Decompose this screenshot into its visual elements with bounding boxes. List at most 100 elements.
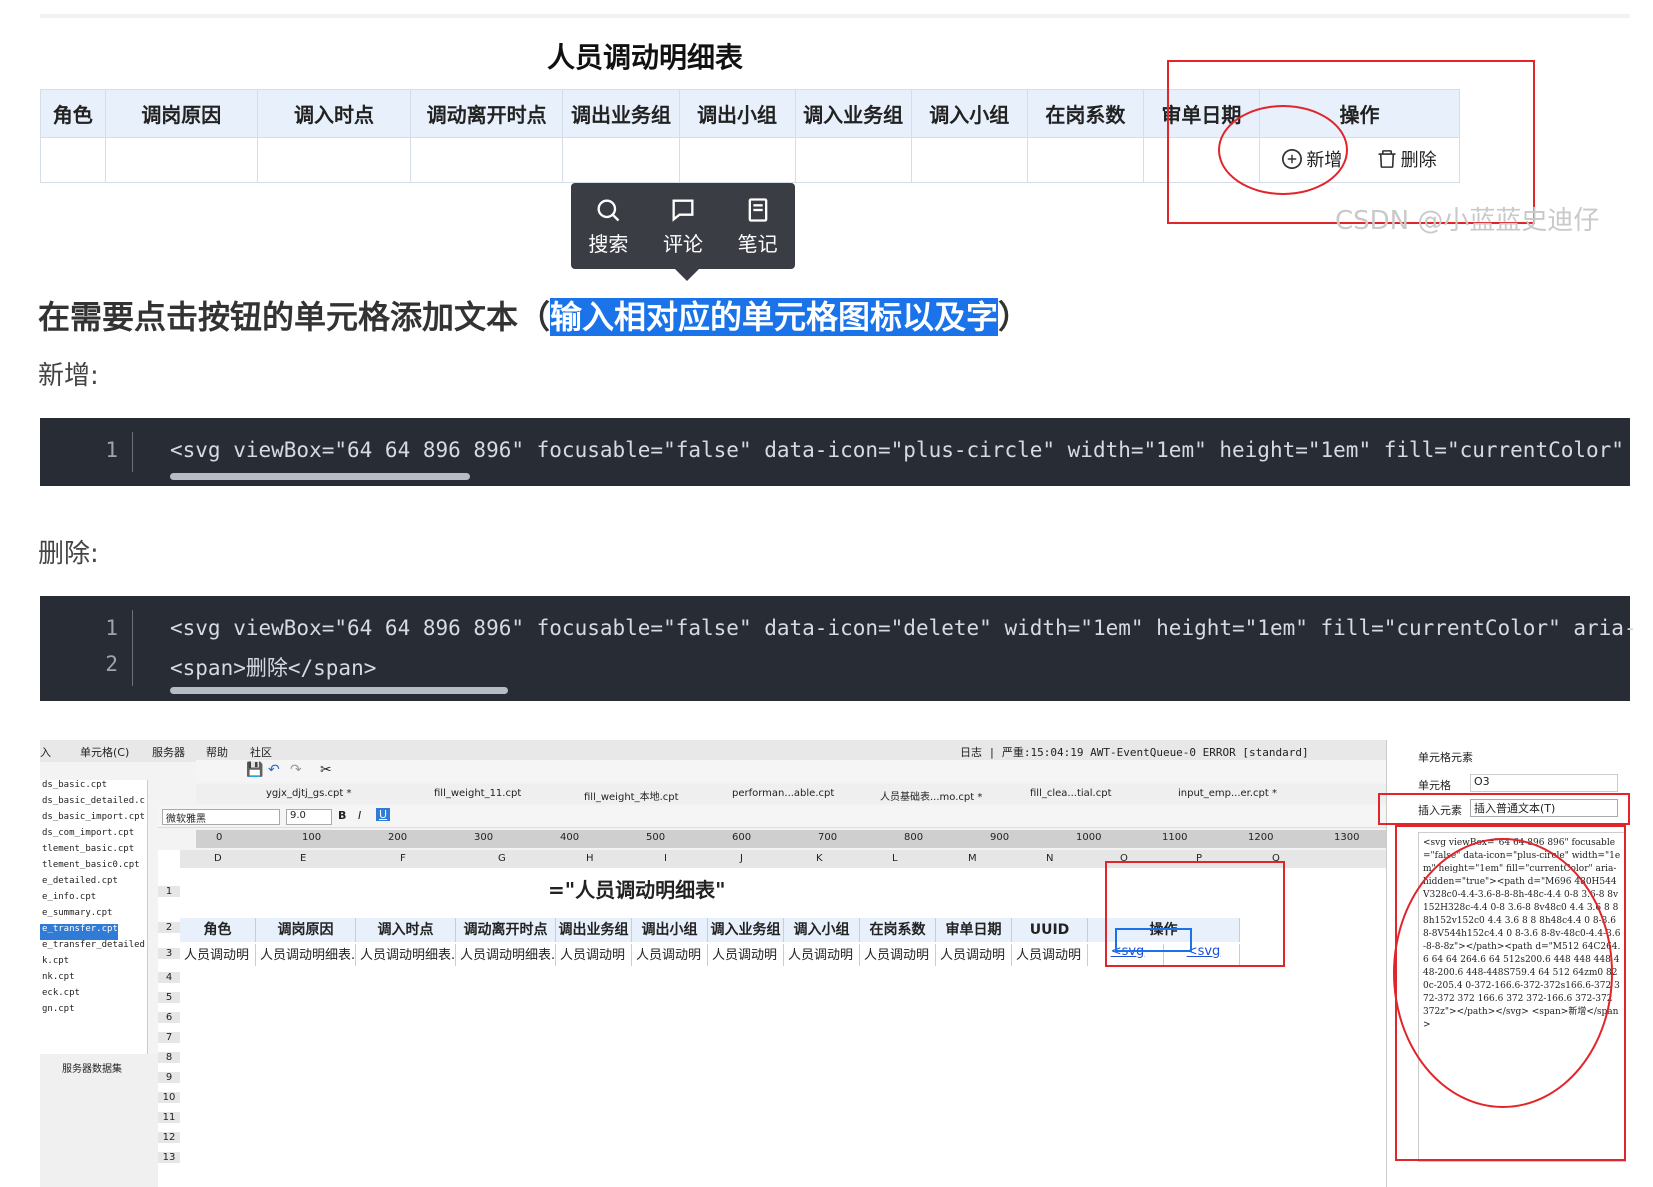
sheet-cell[interactable]: 人员调动明 — [556, 944, 632, 966]
sheet-cell[interactable]: 人员调动明 — [180, 944, 256, 966]
sheet-header[interactable]: 调入时点 — [356, 918, 456, 942]
sheet-cell[interactable]: 人员调动明 — [708, 944, 784, 966]
row-number[interactable]: 2 — [158, 922, 180, 933]
column-header[interactable]: L — [892, 853, 898, 864]
file-item[interactable]: eck.cpt — [40, 988, 147, 1004]
sheet-title-formula[interactable]: ="人员调动明细表" — [548, 874, 726, 903]
menu-item[interactable]: 帮助 — [206, 744, 228, 760]
sheet-cell[interactable]: 人员调动明细表. — [356, 944, 456, 966]
row-number[interactable]: 7 — [158, 1032, 180, 1043]
scrollbar[interactable] — [170, 687, 508, 694]
tooltip-note[interactable]: 笔记 — [738, 196, 778, 257]
sheet-header[interactable]: 在岗系数 — [860, 918, 936, 942]
sheet-cell[interactable]: 人员调动明细表. — [256, 944, 356, 966]
sheet-cell[interactable]: 人员调动明 — [784, 944, 860, 966]
font-select[interactable]: 微软雅黑 — [162, 809, 280, 825]
font-size-select[interactable]: 9.0 — [286, 809, 332, 825]
table-cell[interactable] — [409, 137, 564, 183]
cut-icon[interactable]: ✂ — [320, 762, 332, 778]
column-header[interactable]: M — [968, 853, 977, 864]
file-item[interactable]: e_info.cpt — [40, 892, 147, 908]
table-cell[interactable] — [1026, 137, 1144, 183]
cell-input[interactable]: O3 — [1470, 774, 1618, 792]
column-header[interactable]: D — [214, 853, 222, 864]
tooltip-search[interactable]: 搜索 — [588, 196, 628, 257]
column-header[interactable]: J — [740, 853, 743, 864]
row-number[interactable]: 6 — [158, 1012, 180, 1023]
table-cell[interactable] — [104, 137, 259, 183]
file-item[interactable]: tlement_basic0.cpt — [40, 860, 147, 876]
row-number[interactable]: 10 — [158, 1092, 180, 1103]
scrollbar[interactable] — [170, 473, 470, 480]
sheet-header[interactable]: 调动离开时点 — [456, 918, 556, 942]
row-number[interactable]: 3 — [158, 948, 180, 959]
save-icon[interactable]: 💾 — [246, 762, 263, 778]
column-header[interactable]: I — [664, 853, 667, 864]
file-item[interactable]: e_detailed.cpt — [40, 876, 147, 892]
menu-item[interactable]: 入 — [40, 744, 51, 760]
file-item[interactable]: ds_basic.cpt — [40, 780, 147, 796]
file-item[interactable]: ds_com_import.cpt — [40, 828, 147, 844]
sheet-cell[interactable]: 人员调动明 — [860, 944, 936, 966]
sheet-cell[interactable]: 人员调动明 — [1012, 944, 1088, 966]
sheet-header[interactable]: 调岗原因 — [256, 918, 356, 942]
sheet-cell[interactable]: 人员调动明 — [632, 944, 708, 966]
file-item[interactable]: gn.cpt — [40, 1004, 147, 1020]
italic-icon[interactable]: I — [358, 809, 361, 822]
sheet-header[interactable]: 角色 — [180, 918, 256, 942]
column-header[interactable]: H — [586, 853, 594, 864]
row-number[interactable]: 9 — [158, 1072, 180, 1083]
bold-icon[interactable]: B — [338, 809, 346, 822]
file-item[interactable]: nk.cpt — [40, 972, 147, 988]
table-cell[interactable] — [910, 137, 1028, 183]
sheet-cell[interactable]: 人员调动明细表. — [456, 944, 556, 966]
sheet-header[interactable]: UUID — [1012, 918, 1088, 942]
table-cell[interactable] — [678, 137, 796, 183]
tab-file[interactable]: fill_clea...tial.cpt — [1030, 788, 1112, 799]
row-number[interactable]: 1 — [158, 886, 180, 897]
sheet-cell[interactable]: 人员调动明 — [936, 944, 1012, 966]
column-header[interactable]: K — [816, 853, 823, 864]
menu-item[interactable]: 服务器 — [152, 744, 185, 760]
file-item[interactable]: e_summary.cpt — [40, 908, 147, 924]
code-block-delete[interactable]: 1 2 <svg viewBox="64 64 896 896" focusab… — [40, 596, 1637, 701]
tab-file[interactable]: ygjx_djtj_gs.cpt * — [266, 788, 351, 799]
underline-icon[interactable]: U — [376, 808, 391, 821]
tab-file[interactable]: input_emp...er.cpt * — [1178, 788, 1277, 799]
tooltip-comment[interactable]: 评论 — [663, 196, 703, 257]
row-number[interactable]: 12 — [158, 1132, 180, 1143]
sheet-header[interactable]: 调出小组 — [632, 918, 708, 942]
sheet-header[interactable]: 调入业务组 — [708, 918, 784, 942]
table-cell[interactable] — [562, 137, 680, 183]
row-number[interactable]: 5 — [158, 992, 180, 1003]
menu-item[interactable]: 社区 — [250, 744, 272, 760]
column-header[interactable]: E — [300, 853, 306, 864]
row-number[interactable]: 4 — [158, 972, 180, 983]
tab-file[interactable]: fill_weight_本地.cpt — [584, 788, 679, 803]
row-number[interactable]: 11 — [158, 1112, 180, 1123]
tab-file[interactable]: 人员基础表...mo.cpt * — [880, 788, 982, 803]
file-item[interactable]: tlement_basic.cpt — [40, 844, 147, 860]
row-number[interactable]: 8 — [158, 1052, 180, 1063]
file-item[interactable]: e_transfer_detailed — [40, 940, 147, 956]
file-item[interactable]: ds_basic_import.cpt — [40, 812, 147, 828]
sheet-header[interactable]: 调入小组 — [784, 918, 860, 942]
server-dataset-label[interactable]: 服务器数据集 — [62, 1060, 122, 1075]
column-header[interactable]: G — [498, 853, 506, 864]
tab-file[interactable]: fill_weight_11.cpt — [434, 788, 521, 799]
column-header[interactable]: F — [400, 853, 406, 864]
menu-item[interactable]: 单元格(C) — [80, 744, 129, 760]
redo-icon[interactable]: ↷ — [290, 762, 302, 778]
code-block-add[interactable]: 1 <svg viewBox="64 64 896 896" focusable… — [40, 418, 1630, 486]
file-item[interactable]: k.cpt — [40, 956, 147, 972]
table-cell[interactable] — [794, 137, 912, 183]
column-header[interactable]: N — [1046, 853, 1053, 864]
row-number[interactable]: 13 — [158, 1152, 180, 1163]
sheet-header[interactable]: 审单日期 — [936, 918, 1012, 942]
table-cell[interactable] — [257, 137, 411, 183]
undo-icon[interactable]: ↶ — [268, 762, 280, 778]
file-item[interactable]: ds_basic_detailed.c — [40, 796, 147, 812]
file-item-selected[interactable]: e_transfer.cpt — [40, 924, 118, 940]
tab-file[interactable]: performan...able.cpt — [732, 788, 834, 799]
sheet-header[interactable]: 调出业务组 — [556, 918, 632, 942]
